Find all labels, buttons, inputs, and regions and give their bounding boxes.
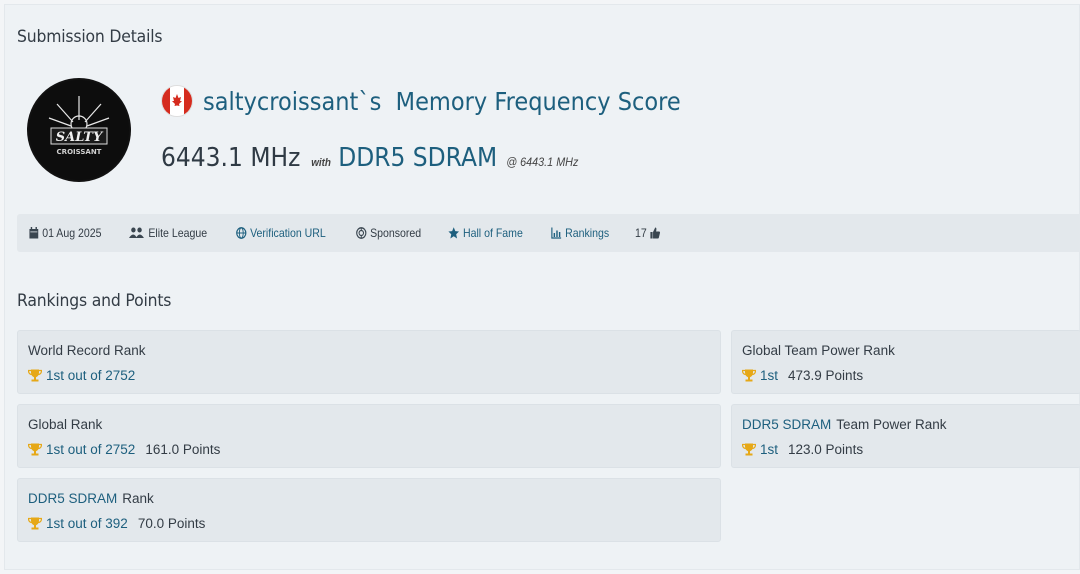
world-record-rank-card: World Record Rank 1st out of 2752: [17, 330, 721, 394]
verification-link[interactable]: Verification URL: [250, 226, 326, 240]
meta-likes[interactable]: 17: [635, 226, 661, 240]
world-record-rank-label: World Record Rank: [28, 343, 146, 358]
trophy-icon: [28, 517, 42, 530]
hardware-team-power-rank-card: DDR5 SDRAM Team Power Rank 1st 123.0 Poin…: [731, 404, 1080, 468]
users-icon: [129, 227, 145, 238]
avatar-logo-icon: SALTY CROISSANT: [29, 80, 129, 180]
meta-hall-of-fame[interactable]: Hall of Fame: [448, 226, 523, 240]
meta-bar: 01 Aug 2025 Elite League Verification UR…: [17, 214, 1080, 252]
canada-flag-icon: [161, 85, 193, 117]
meta-league: Elite League: [129, 226, 207, 240]
rankings-link[interactable]: Rankings: [565, 226, 609, 240]
meta-league-text: Elite League: [148, 226, 208, 240]
hardware-rank-label: DDR5 SDRAM Rank: [28, 491, 154, 506]
world-record-rank-value: 1st out of 2752: [28, 368, 135, 383]
page: Submission Details SALTY CROISSANT salty…: [4, 4, 1080, 570]
trophy-icon: [742, 369, 756, 382]
score-value: 6443.1 MHz: [161, 143, 301, 173]
with-label: with: [311, 157, 331, 169]
hardware-team-power-rank-label: DDR5 SDRAM Team Power Rank: [742, 417, 947, 432]
hardware-team-power-rank-value: 1st 123.0 Points: [742, 442, 863, 457]
calendar-icon: [29, 227, 39, 239]
avatar[interactable]: SALTY CROISSANT: [27, 78, 131, 182]
global-team-power-rank-link[interactable]: 1st: [760, 368, 778, 383]
score-type: Memory Frequency Score: [395, 86, 681, 116]
hardware-link[interactable]: DDR5 SDRAM: [338, 143, 497, 173]
hardware-team-power-rank-points: 123.0 Points: [788, 442, 864, 457]
global-team-power-rank-value: 1st 473.9 Points: [742, 368, 863, 383]
meta-date-text: 01 Aug 2025: [42, 226, 102, 240]
frequency-note: @ 6443.1 MHz: [506, 155, 579, 169]
hardware-rank-points: 70.0 Points: [137, 516, 206, 531]
star-icon: [448, 227, 460, 239]
meta-sponsored: Sponsored: [356, 226, 421, 240]
meta-sponsored-text: Sponsored: [370, 226, 422, 240]
hardware-rank-card: DDR5 SDRAM Rank 1st out of 392 70.0 Point…: [17, 478, 721, 542]
global-rank-card: Global Rank 1st out of 2752 161.0 Points: [17, 404, 721, 468]
global-rank-points: 161.0 Points: [145, 442, 221, 457]
world-record-rank-link[interactable]: 1st out of 2752: [46, 368, 135, 383]
meta-verification[interactable]: Verification URL: [236, 226, 326, 240]
score-title-text: saltycroissant`s Memory Frequency Score: [203, 87, 681, 116]
global-rank-label: Global Rank: [28, 417, 103, 432]
avatar-text-1: SALTY: [56, 130, 104, 145]
meta-rankings[interactable]: Rankings: [551, 226, 609, 240]
trophy-icon: [28, 443, 42, 456]
global-team-power-rank-label: Global Team Power Rank: [742, 343, 895, 358]
meta-date: 01 Aug 2025: [29, 226, 102, 240]
avatar-text-2: CROISSANT: [57, 148, 102, 156]
sponsored-icon: [356, 227, 367, 239]
global-rank-link[interactable]: 1st out of 2752: [46, 442, 135, 457]
trophy-icon: [742, 443, 756, 456]
globe-icon: [236, 227, 247, 239]
global-team-power-rank-points: 473.9 Points: [788, 368, 864, 383]
hardware-team-rank-hw-link[interactable]: DDR5 SDRAM: [742, 417, 831, 432]
rankings-title: Rankings and Points: [17, 291, 172, 311]
hardware-rank-label-text: Rank: [122, 491, 154, 506]
likes-count: 17: [635, 226, 648, 240]
hardware-team-power-rank-link[interactable]: 1st: [760, 442, 778, 457]
hall-of-fame-link[interactable]: Hall of Fame: [463, 226, 523, 240]
score-title: saltycroissant`s Memory Frequency Score: [161, 85, 734, 117]
hardware-team-rank-label-text: Team Power Rank: [836, 417, 947, 432]
global-team-power-rank-card: Global Team Power Rank 1st 473.9 Points: [731, 330, 1080, 394]
global-rank-value: 1st out of 2752 161.0 Points: [28, 442, 220, 457]
username-link[interactable]: saltycroissant`s: [203, 87, 381, 116]
score-line: 6443.1 MHz with DDR5 SDRAM @ 6443.1 MHz: [161, 143, 578, 173]
hardware-rank-hw-link[interactable]: DDR5 SDRAM: [28, 491, 117, 506]
thumbs-up-icon[interactable]: [651, 227, 662, 239]
hardware-rank-value: 1st out of 392 70.0 Points: [28, 516, 205, 531]
submission-details-title: Submission Details: [17, 27, 163, 47]
trophy-icon: [28, 369, 42, 382]
chart-icon: [551, 227, 562, 239]
hardware-rank-link[interactable]: 1st out of 392: [46, 516, 128, 531]
